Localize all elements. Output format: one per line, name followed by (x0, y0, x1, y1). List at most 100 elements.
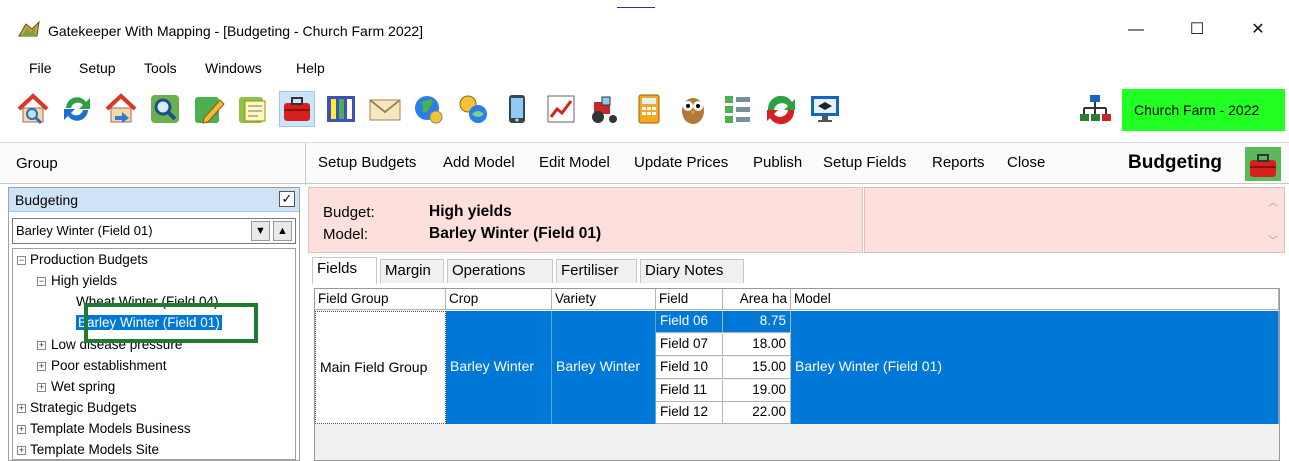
close-window-button[interactable]: ✕ (1248, 20, 1268, 40)
table-row-area[interactable]: 8.75 (723, 311, 791, 333)
tab-margin[interactable]: Margin (380, 259, 444, 283)
table-row-field[interactable]: Field 10 (656, 357, 723, 379)
column-header-model[interactable]: Model (791, 289, 1279, 310)
add-model-button[interactable]: Add Model (443, 154, 515, 171)
budget-toolbox-icon[interactable] (279, 91, 315, 127)
navigator-checkbox[interactable]: ✓ (279, 191, 295, 207)
column-header-area[interactable]: Area ha (723, 289, 791, 310)
gatekeeper-app-icon (18, 20, 40, 38)
tab-fertiliser[interactable]: Fertiliser (556, 259, 637, 283)
close-module-button[interactable]: Close (1007, 154, 1045, 171)
model-value-cell: Barley Winter (Field 01) (795, 358, 943, 374)
line-chart-icon[interactable] (544, 92, 578, 126)
collapse-toggle[interactable]: − (37, 277, 46, 286)
expand-toggle[interactable]: + (37, 362, 46, 371)
column-header-variety[interactable]: Variety (552, 289, 656, 310)
scroll-down-icon[interactable]: ﹀ (1268, 232, 1278, 247)
owl-icon[interactable] (676, 92, 710, 126)
maximize-button[interactable]: ☐ (1187, 20, 1207, 40)
expand-toggle[interactable]: + (17, 404, 26, 413)
setup-fields-button[interactable]: Setup Fields (823, 154, 906, 171)
expand-toggle[interactable]: + (17, 446, 26, 455)
table-row-field[interactable]: Field 11 (656, 380, 723, 402)
budget-value: High yields (429, 203, 512, 220)
table-row-field[interactable]: Field 06 (656, 311, 723, 333)
training-monitor-icon[interactable] (808, 92, 842, 126)
edit-model-button[interactable]: Edit Model (539, 154, 610, 171)
expand-toggle[interactable]: + (37, 341, 46, 350)
network-tree-icon[interactable] (1078, 92, 1112, 126)
scroll-up-icon[interactable]: ︿ (1268, 194, 1278, 209)
collapse-toggle[interactable]: − (17, 256, 26, 265)
column-header-field[interactable]: Field (656, 289, 723, 310)
notepad-icon[interactable] (236, 92, 270, 126)
menu-help[interactable]: Help (296, 60, 325, 76)
tree-item-poor-establishment[interactable]: Poor establishment (51, 358, 167, 373)
budget-tree[interactable]: − Production Budgets − High yields Wheat… (12, 248, 296, 460)
network-settings-icon[interactable] (456, 92, 490, 126)
menu-setup[interactable]: Setup (79, 60, 116, 76)
home-search-icon[interactable] (16, 92, 50, 126)
setup-budgets-button[interactable]: Setup Budgets (318, 154, 416, 171)
tree-item-wet-spring[interactable]: Wet spring (51, 379, 115, 394)
budget-toolbox-icon (1244, 146, 1282, 182)
tree-item-template-site[interactable]: Template Models Site (30, 442, 159, 457)
field-group-cell[interactable]: Main Field Group (315, 311, 446, 424)
menu-tools[interactable]: Tools (144, 60, 177, 76)
move-up-button[interactable]: ▲ (273, 221, 292, 241)
crop-cell[interactable]: Barley Winter (446, 311, 552, 424)
publish-button[interactable]: Publish (753, 154, 802, 171)
farm-year-badge[interactable]: Church Farm - 2022 (1122, 89, 1285, 131)
table-row-area[interactable]: 15.00 (723, 357, 791, 379)
tree-item-production-budgets[interactable]: Production Budgets (30, 252, 148, 267)
top-edge (0, 0, 1289, 9)
expand-toggle[interactable]: + (17, 425, 26, 434)
window-title: Gatekeeper With Mapping - [Budgeting - C… (48, 23, 424, 39)
notes-scrollbar[interactable]: ︿ ﹀ (1264, 188, 1284, 252)
tree-item-high-yields[interactable]: High yields (51, 273, 117, 288)
reports-button[interactable]: Reports (932, 154, 985, 171)
tab-operations[interactable]: Operations (447, 259, 553, 283)
notes-textarea[interactable]: ︿ ﹀ (864, 187, 1285, 253)
envelope-icon[interactable] (368, 92, 402, 126)
globe-icon[interactable] (412, 92, 446, 126)
tree-item-template-business[interactable]: Template Models Business (30, 421, 191, 436)
calculator-icon[interactable] (632, 92, 666, 126)
model-select-value: Barley Winter (Field 01) (16, 223, 153, 238)
magnifier-icon[interactable] (148, 92, 182, 126)
expand-toggle[interactable]: + (37, 383, 46, 392)
model-select[interactable]: Barley Winter (Field 01) ▼ ▲ (12, 218, 296, 244)
checklist-icon[interactable] (720, 92, 754, 126)
tractor-icon[interactable] (588, 92, 622, 126)
move-down-button[interactable]: ▼ (251, 221, 270, 241)
recycle-arrows-icon[interactable] (764, 92, 798, 126)
fields-grid[interactable]: Field Group Crop Variety Field Area ha M… (314, 288, 1280, 461)
edit-pencil-icon[interactable] (192, 92, 226, 126)
navigator-header: Budgeting ✓ (9, 188, 299, 212)
variety-cell[interactable]: Barley Winter (552, 311, 656, 424)
minimize-button[interactable]: — (1126, 20, 1146, 40)
update-prices-button[interactable]: Update Prices (634, 154, 728, 171)
mobile-phone-icon[interactable] (500, 92, 534, 126)
tree-item-strategic-budgets[interactable]: Strategic Budgets (30, 400, 137, 415)
column-header-crop[interactable]: Crop (446, 289, 552, 310)
columns-icon[interactable] (324, 92, 358, 126)
model-cell[interactable]: Barley Winter (Field 01) (791, 311, 1279, 424)
table-row-area[interactable]: 22.00 (723, 402, 791, 424)
main-toolbar (0, 84, 1289, 136)
column-header-field-group[interactable]: Field Group (315, 289, 446, 310)
table-row-area[interactable]: 18.00 (723, 334, 791, 356)
home-arrow-icon[interactable] (104, 92, 138, 126)
table-row-area[interactable]: 19.00 (723, 380, 791, 402)
action-bar: Group Setup Budgets Add Model Edit Model… (0, 142, 1289, 185)
table-row-field[interactable]: Field 07 (656, 334, 723, 356)
tab-fields[interactable]: Fields (312, 257, 377, 284)
budget-info-box: Budget: High yields Model: Barley Winter… (308, 187, 863, 253)
field-group-value: Main Field Group (320, 359, 428, 375)
sync-arrows-icon[interactable] (60, 92, 94, 126)
menu-file[interactable]: File (29, 60, 52, 76)
table-row-field[interactable]: Field 12 (656, 402, 723, 424)
group-label: Group (16, 155, 58, 172)
tab-diary-notes[interactable]: Diary Notes (640, 259, 744, 283)
menu-windows[interactable]: Windows (205, 60, 262, 76)
